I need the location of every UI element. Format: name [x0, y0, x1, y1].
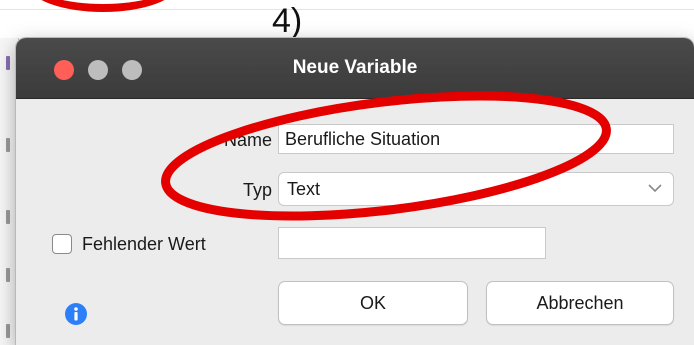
dialog-title: Neue Variable — [292, 57, 418, 78]
info-icon[interactable] — [65, 303, 87, 325]
background-marker — [6, 56, 10, 70]
type-label: Typ — [242, 180, 272, 200]
new-variable-dialog: Neue Variable Name Berufliche Situation … — [16, 38, 694, 345]
ok-button[interactable]: OK — [278, 281, 468, 325]
missing-value-input[interactable] — [278, 227, 546, 259]
background-marker — [6, 138, 10, 152]
type-select[interactable]: Text — [278, 172, 674, 206]
previous-annotation-ellipse — [28, 0, 178, 12]
missing-value-checkbox[interactable] — [52, 234, 72, 254]
chevron-down-icon — [648, 184, 662, 193]
type-select-value: Text — [287, 179, 321, 199]
name-input[interactable]: Berufliche Situation — [278, 124, 674, 154]
missing-value-label: Fehlender Wert — [82, 234, 206, 254]
background-marker — [6, 268, 10, 282]
background-top-strip: 4) — [0, 0, 694, 38]
cancel-button[interactable]: Abbrechen — [486, 281, 674, 325]
dialog-titlebar: Neue Variable — [16, 38, 694, 99]
background-marker — [6, 324, 10, 338]
step-number-label: 4) — [272, 2, 303, 40]
name-label: Name — [223, 130, 272, 150]
background-marker — [6, 210, 10, 224]
